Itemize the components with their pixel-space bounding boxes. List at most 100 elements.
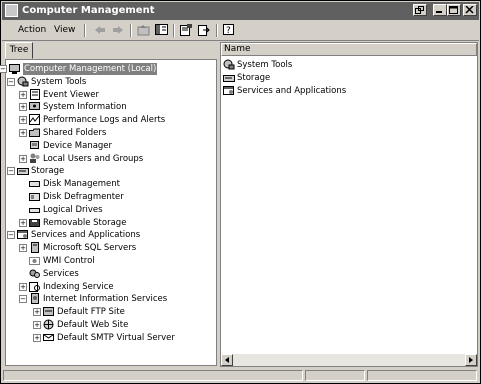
show-hide-tree-button[interactable] xyxy=(154,23,170,38)
expand-icon[interactable]: + xyxy=(19,116,27,125)
web-site-icon xyxy=(43,319,55,330)
arrow-left-icon xyxy=(225,357,229,363)
expand-icon[interactable]: + xyxy=(33,321,41,329)
computer-management-icon xyxy=(9,63,21,74)
expand-icon[interactable]: + xyxy=(19,129,27,137)
collapse-icon[interactable]: − xyxy=(7,77,15,86)
system-tools-icon xyxy=(17,76,29,87)
svg-text:?: ? xyxy=(226,26,231,36)
export-list-icon xyxy=(198,25,210,36)
collapse-icon[interactable]: − xyxy=(7,231,15,240)
column-header-name[interactable]: Name xyxy=(221,43,477,56)
logical-drives-icon xyxy=(29,204,41,215)
tree-item[interactable]: Disk Management xyxy=(6,178,216,190)
status-bar xyxy=(2,369,479,382)
properties-button[interactable] xyxy=(178,23,194,38)
column-header-label: Name xyxy=(224,44,251,54)
tree-item[interactable]: + Event Viewer xyxy=(6,88,216,101)
back-button[interactable] xyxy=(92,23,108,38)
services-applications-icon xyxy=(223,85,235,96)
tree-item[interactable]: + System Information xyxy=(6,101,216,113)
forward-button[interactable] xyxy=(110,23,126,38)
help-icon: ? xyxy=(223,24,234,36)
tree-item[interactable]: + Default Web Site xyxy=(6,319,216,331)
list-item-label: System Tools xyxy=(237,60,293,70)
tree-item[interactable]: − Computer Management (Local) xyxy=(0,63,216,75)
local-users-icon xyxy=(29,153,41,164)
tree-item-label: Logical Drives xyxy=(43,204,103,215)
menu-view[interactable]: View xyxy=(54,25,75,36)
storage-icon xyxy=(223,72,235,83)
tree-item-label: Device Manager xyxy=(43,140,113,151)
up-level-icon xyxy=(137,25,150,36)
restore-button[interactable] xyxy=(413,4,427,16)
system-tools-icon xyxy=(223,59,235,70)
tree-item[interactable]: Device Manager xyxy=(6,140,216,152)
minimize-button[interactable] xyxy=(433,4,447,16)
tree-item-label: Local Users and Groups xyxy=(43,153,144,164)
tree-item[interactable]: + Indexing Service xyxy=(6,281,216,293)
tree-item[interactable]: + Shared Folders xyxy=(6,127,216,139)
horizontal-scrollbar[interactable] xyxy=(221,354,477,366)
column-header-border xyxy=(221,43,477,56)
tree-item[interactable]: WMI Control xyxy=(6,255,216,267)
tree-item-label: Disk Management xyxy=(43,179,120,190)
expand-icon[interactable]: + xyxy=(19,90,27,99)
tree-item-label: Removable Storage xyxy=(43,217,127,228)
tree-view[interactable]: − Computer Management (Local) − System Tool… xyxy=(0,59,217,366)
tree-item-label: Default SMTP Virtual Server xyxy=(57,332,175,343)
computer-management-window: Computer Management Action View ? Tree −… xyxy=(0,0,481,384)
expand-icon[interactable]: + xyxy=(33,333,41,342)
removable-storage-icon xyxy=(29,217,41,228)
tree-item[interactable]: − Services and Applications xyxy=(6,229,216,241)
expand-icon[interactable]: + xyxy=(19,154,27,163)
export-list-button[interactable] xyxy=(196,23,212,38)
back-icon xyxy=(95,26,105,34)
status-panel-2 xyxy=(305,370,365,381)
menu-action-label: Action xyxy=(18,25,47,35)
tab-tree[interactable]: Tree xyxy=(5,42,33,59)
expand-icon[interactable]: + xyxy=(19,218,27,227)
collapse-icon[interactable]: − xyxy=(0,65,7,73)
tree-item[interactable]: + Microsoft SQL Servers xyxy=(6,242,216,254)
tree-item[interactable]: + Default FTP Site xyxy=(6,306,216,318)
tree-item[interactable]: Disk Defragmenter xyxy=(6,191,216,203)
tree-item-label: Internet Information Services xyxy=(43,294,168,305)
system-information-icon xyxy=(29,101,41,112)
expand-icon[interactable]: + xyxy=(19,282,27,291)
smtp-server-icon xyxy=(43,332,55,343)
tree-item[interactable]: − System Tools xyxy=(6,76,216,88)
collapse-icon[interactable]: − xyxy=(7,167,15,176)
tree-item[interactable]: Logical Drives xyxy=(6,204,216,216)
tree-item[interactable]: Services xyxy=(6,268,216,280)
scroll-left-button[interactable] xyxy=(221,354,233,366)
status-panel-3 xyxy=(367,370,477,381)
tree-item[interactable]: + Performance Logs and Alerts xyxy=(6,114,216,126)
collapse-icon[interactable]: − xyxy=(19,295,27,304)
up-level-button[interactable] xyxy=(136,23,152,38)
menu-action[interactable]: Action xyxy=(18,25,46,36)
close-button[interactable] xyxy=(463,4,477,16)
scroll-right-button[interactable] xyxy=(465,354,477,366)
tree-item-label: Indexing Service xyxy=(43,281,114,292)
close-icon xyxy=(465,6,474,14)
tab-tree-label: Tree xyxy=(9,45,29,55)
tree-item[interactable]: + Default SMTP Virtual Server xyxy=(6,332,216,344)
tree-item[interactable]: + Local Users and Groups xyxy=(6,153,216,165)
toolbar-separator xyxy=(84,24,86,37)
maximize-button[interactable] xyxy=(447,4,461,16)
tree-item[interactable]: + Removable Storage xyxy=(6,217,216,229)
device-manager-icon xyxy=(29,140,41,151)
tree-item-label: System Information xyxy=(43,102,127,113)
tree-item[interactable]: − Storage xyxy=(6,165,216,177)
app-icon xyxy=(5,4,18,17)
tree-item[interactable]: − Internet Information Services xyxy=(6,293,216,305)
expand-icon[interactable]: + xyxy=(19,103,27,112)
tree-item-label: WMI Control xyxy=(43,256,95,266)
toolbar: Action View ? xyxy=(2,21,479,41)
help-button[interactable]: ? xyxy=(221,23,237,38)
tree-item-label: Default FTP Site xyxy=(57,307,125,318)
expand-icon[interactable]: + xyxy=(19,244,27,253)
expand-icon[interactable]: + xyxy=(33,308,41,317)
title-bar[interactable]: Computer Management xyxy=(2,2,479,20)
